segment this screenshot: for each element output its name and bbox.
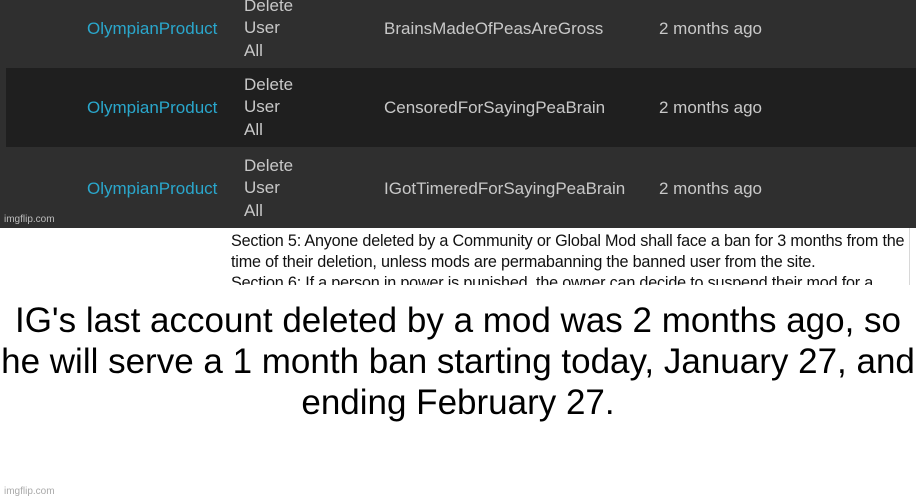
action-line: User — [244, 97, 280, 117]
mod-log-panel: OlympianProduct Delete User All BrainsMa… — [0, 0, 916, 228]
section-5-text: Section 5: Anyone deleted by a Community… — [231, 232, 905, 271]
table-row: OlympianProduct Delete User All Censored… — [6, 68, 916, 147]
username-link[interactable]: OlympianProduct — [87, 0, 217, 68]
username-link[interactable]: OlympianProduct — [87, 149, 217, 228]
action-line: Delete — [244, 155, 294, 175]
table-row: OlympianProduct Delete User All IGotTime… — [0, 149, 916, 228]
reason-cell: IGotTimeredForSayingPeaBrain — [384, 178, 626, 198]
action-line: User — [244, 18, 280, 38]
meme-caption: IG's last account deleted by a mod was 2… — [1, 301, 915, 422]
timestamp: 2 months ago — [659, 178, 763, 198]
action-line: All — [244, 200, 263, 220]
action-cell: Delete User All — [244, 0, 293, 68]
action-line: User — [244, 178, 280, 198]
action-cell: Delete User All — [244, 68, 293, 147]
watermark: imgflip.com — [4, 486, 55, 497]
section-6-text: Section 6: If a person in power is punis… — [231, 274, 874, 285]
watermark: imgflip.com — [4, 214, 55, 225]
action-cell: Delete User All — [244, 149, 293, 228]
action-line: Delete — [244, 0, 294, 15]
reason-cell: CensoredForSayingPeaBrain — [384, 97, 606, 117]
username-link[interactable]: OlympianProduct — [87, 68, 217, 147]
timestamp: 2 months ago — [659, 18, 763, 38]
timestamp: 2 months ago — [659, 97, 763, 117]
rules-excerpt: Section 5: Anyone deleted by a Community… — [226, 228, 910, 285]
action-line: All — [244, 40, 263, 60]
table-row: OlympianProduct Delete User All BrainsMa… — [0, 0, 916, 68]
action-line: All — [244, 119, 263, 139]
action-line: Delete — [244, 74, 294, 94]
reason-cell: BrainsMadeOfPeasAreGross — [384, 18, 604, 38]
